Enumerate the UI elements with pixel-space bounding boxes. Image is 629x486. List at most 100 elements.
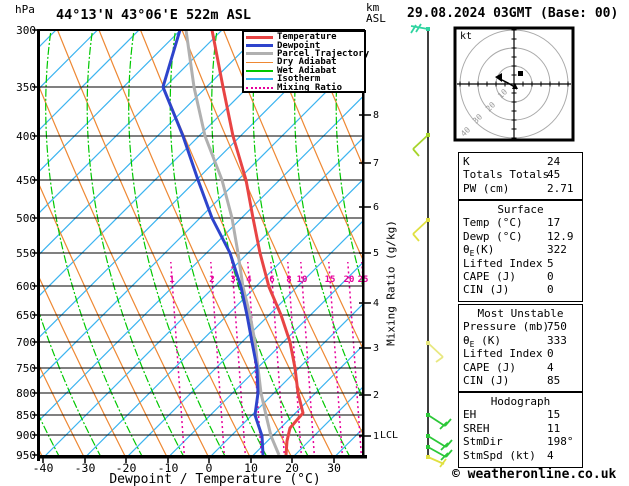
table-row: CAPE (J) 4 xyxy=(459,361,582,374)
pressure-tick-label: 700 xyxy=(16,336,36,349)
table-row: K 24 xyxy=(459,155,582,168)
legend-swatch xyxy=(246,70,273,72)
table-surface: Surface Temp (°C) 17 Dewp (°C) 12.9 θE(K) 322 L… xyxy=(458,200,583,302)
table-row-value: 0 xyxy=(547,269,554,283)
table-row-label: Pressure (mb) xyxy=(463,320,550,334)
table-row: CIN (J) 0 xyxy=(459,283,582,296)
table-row: Temp (°C) 17 xyxy=(459,216,582,229)
table-row-value: 85 xyxy=(547,373,561,387)
pressure-tick-label: 400 xyxy=(16,130,36,143)
table-title: Surface xyxy=(497,203,544,216)
table-row-label: Lifted Index xyxy=(463,347,543,361)
table-row: PW (cm) 2.71 xyxy=(459,182,582,195)
x-axis-label: Dewpoint / Temperature (°C) xyxy=(109,472,321,486)
table-row-label: SREH xyxy=(463,421,490,435)
run-date-label: 29.08.2024 03GMT (Base: 00) xyxy=(407,6,619,21)
legend-label: Mixing Ratio xyxy=(277,82,343,93)
dewpoint-trace xyxy=(161,30,265,456)
km-tick-label: 8 xyxy=(373,110,380,121)
table-hodograph: Hodograph EH 15 SREH 11 StmDir 198° StmSpd (kt)… xyxy=(458,392,583,468)
mixing-ratio-tick-label: 15 xyxy=(325,275,336,285)
legend-swatch xyxy=(246,35,273,39)
pressure-tick-label: 300 xyxy=(16,24,36,37)
page-title: 44°13'N 43°06'E 522m ASL xyxy=(56,7,252,23)
table-row: Lifted Index 5 xyxy=(459,257,582,270)
left-axis xyxy=(37,29,40,461)
table-row-value: 15 xyxy=(547,408,561,422)
table-row: Lifted Index 0 xyxy=(459,347,582,360)
km-tick-label: 6 xyxy=(373,202,380,213)
temp-tick-label: 30 xyxy=(327,461,341,475)
altitude-unit-asl: ASL xyxy=(366,12,386,25)
pressure-tick-label: 850 xyxy=(16,409,36,422)
table-row-value: 4 xyxy=(547,448,554,462)
legend-swatch xyxy=(246,78,273,80)
legend-box: Temperature Dewpoint Parcel Trajectory Dry … xyxy=(242,30,369,93)
pressure-tick-label: 450 xyxy=(16,174,36,187)
skewt-sounding-page: 1234681015202510203040 hPa 44°13'N 43°06… xyxy=(0,0,629,486)
mixing-ratio-tick-label: 3 xyxy=(230,275,235,285)
table-title: Hodograph xyxy=(490,395,551,408)
pressure-tick-label: 500 xyxy=(16,212,36,225)
table-row-label: CAPE (J) xyxy=(463,360,516,374)
legend-item: Mixing Ratio xyxy=(246,82,364,93)
table-most-unstable: Most Unstable Pressure (mb) 750 θE (K) 333 Li… xyxy=(458,304,583,392)
table-row: Totals Totals 45 xyxy=(459,168,582,181)
isotherm-line xyxy=(40,53,364,379)
pressure-tick-label: 800 xyxy=(16,387,36,400)
table-row-label: CIN (J) xyxy=(463,283,510,297)
pressure-tick-label: 550 xyxy=(16,247,36,260)
km-tick-label: 5 xyxy=(373,248,380,259)
table-row-label: StmDir xyxy=(463,435,503,449)
km-tick-label: 1 xyxy=(373,431,380,442)
table-row: CIN (J) 85 xyxy=(459,374,582,387)
copyright-label: © weatheronline.co.uk xyxy=(452,467,617,482)
legend-swatch xyxy=(246,86,273,89)
table-row-value: 2.71 xyxy=(547,181,574,195)
table-row: Dewp (°C) 12.9 xyxy=(459,230,582,243)
table-row-value: 11 xyxy=(547,421,561,435)
altitude-axis-unit: km ASL xyxy=(366,2,386,24)
mixing-ratio-axis-label: Mixing Ratio (g/kg) xyxy=(384,220,398,346)
mixing-ratio-tick-label: 6 xyxy=(269,275,274,285)
km-tick-label: 3 xyxy=(373,343,380,354)
mixing-ratio-tick-label: 8 xyxy=(286,275,291,285)
pressure-tick-label: 750 xyxy=(16,362,36,375)
table-row-value: 24 xyxy=(547,155,561,168)
pressure-tick-label: 650 xyxy=(16,309,36,322)
table-row-value: 198° xyxy=(547,435,574,449)
table-row-value: 12.9 xyxy=(547,229,574,243)
legend-swatch xyxy=(246,52,273,56)
km-tick-label: 7 xyxy=(373,158,380,169)
table-row-value: 0 xyxy=(547,347,554,361)
wind-barb xyxy=(426,413,452,430)
pressure-tick-label: 350 xyxy=(16,81,36,94)
mixing-ratio-tick-label: 4 xyxy=(246,275,252,285)
legend-label: Temperature xyxy=(277,32,337,43)
table-row-label: CIN (J) xyxy=(463,373,510,387)
table-title: Most Unstable xyxy=(477,307,564,320)
km-tick-label: 4 xyxy=(373,298,380,309)
table-row-value: 45 xyxy=(547,168,561,182)
pressure-tick-label: 950 xyxy=(16,449,36,462)
table-row: SREH 11 xyxy=(459,422,582,435)
table-row-label: Totals Totals xyxy=(463,168,550,182)
right-border xyxy=(362,30,365,458)
mixing-ratio-tick-label: 1 xyxy=(169,275,174,285)
table-row: θE (K) 333 xyxy=(459,334,582,349)
legend-label: Isotherm xyxy=(277,74,321,85)
table-row-value: 5 xyxy=(547,256,554,270)
legend-swatch xyxy=(246,61,273,64)
mixing-ratio-line xyxy=(210,261,226,458)
table-row: θE(K) 322 xyxy=(459,243,582,258)
mixing-ratio-tick-label: 2 xyxy=(209,275,214,285)
table-row-label: PW (cm) xyxy=(463,181,510,195)
table-row-label: CAPE (J) xyxy=(463,269,516,283)
table-row-value: 4 xyxy=(547,360,554,374)
legend-swatch xyxy=(246,44,273,48)
table-row-label: Lifted Index xyxy=(463,256,543,270)
table-row-label: Dewp (°C) xyxy=(463,229,523,243)
temp-tick-label: -40 xyxy=(32,461,54,475)
hodograph-unit-label: kt xyxy=(460,31,473,42)
table-row-label: EH xyxy=(463,408,477,422)
